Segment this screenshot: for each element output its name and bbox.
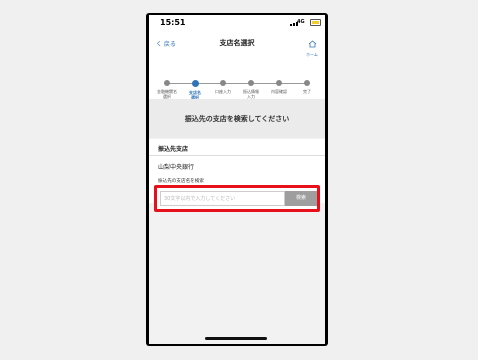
home-label: ホーム bbox=[306, 52, 318, 57]
step-dot bbox=[248, 80, 254, 86]
network-type: 4G bbox=[297, 19, 305, 25]
app-screen: 15:51 4G く 戻る 支店名選択 ホーム 金融機関名 選択 支店名 選択 … bbox=[149, 15, 325, 344]
phone-frame: 15:51 4G く 戻る 支店名選択 ホーム 金融機関名 選択 支店名 選択 … bbox=[146, 13, 328, 346]
step-dot-active bbox=[191, 80, 199, 87]
branch-search-input[interactable] bbox=[160, 191, 285, 206]
step-2: 支店名 選択 bbox=[181, 80, 209, 100]
search-button[interactable]: 検索 bbox=[285, 191, 317, 206]
home-button[interactable]: ホーム bbox=[304, 33, 320, 58]
search-field-label: 振込先の支店名を検索 bbox=[158, 179, 204, 184]
step-1: 金融機関名 選択 bbox=[153, 80, 181, 99]
step-dot bbox=[276, 80, 282, 86]
home-icon bbox=[308, 40, 316, 48]
section-title: 振込先支店 bbox=[158, 146, 189, 153]
step-4: 振込情報 入力 bbox=[237, 80, 265, 99]
step-dot bbox=[304, 80, 310, 86]
status-time: 15:51 bbox=[160, 18, 186, 27]
navigation-bar bbox=[149, 29, 325, 70]
step-6: 完了 bbox=[293, 80, 321, 94]
home-indicator bbox=[205, 337, 267, 340]
instruction-text: 振込先の支店を検索してください bbox=[184, 115, 290, 123]
step-label: 金融機関名 選択 bbox=[157, 89, 177, 99]
step-dot bbox=[220, 80, 226, 86]
step-3: 口座入力 bbox=[209, 80, 237, 94]
step-dot bbox=[164, 80, 170, 86]
step-label: 内容確認 bbox=[271, 89, 287, 94]
section-header: 振込先支店 bbox=[149, 139, 325, 155]
search-highlight-box: 検索 bbox=[154, 185, 320, 212]
progress-stepper: 金融機関名 選択 支店名 選択 口座入力 振込情報 入力 内容確認 完了 bbox=[149, 69, 325, 100]
step-label: 口座入力 bbox=[215, 89, 231, 94]
battery-icon bbox=[310, 19, 321, 26]
instruction-banner: 振込先の支店を検索してください bbox=[149, 99, 325, 138]
status-bar: 15:51 4G bbox=[149, 15, 325, 29]
bank-name: 山梨中央銀行 bbox=[158, 164, 195, 171]
page-title: 支店名選択 bbox=[219, 39, 255, 47]
step-label: 完了 bbox=[303, 89, 311, 94]
step-5: 内容確認 bbox=[265, 80, 293, 94]
step-label: 振込情報 入力 bbox=[243, 89, 259, 99]
